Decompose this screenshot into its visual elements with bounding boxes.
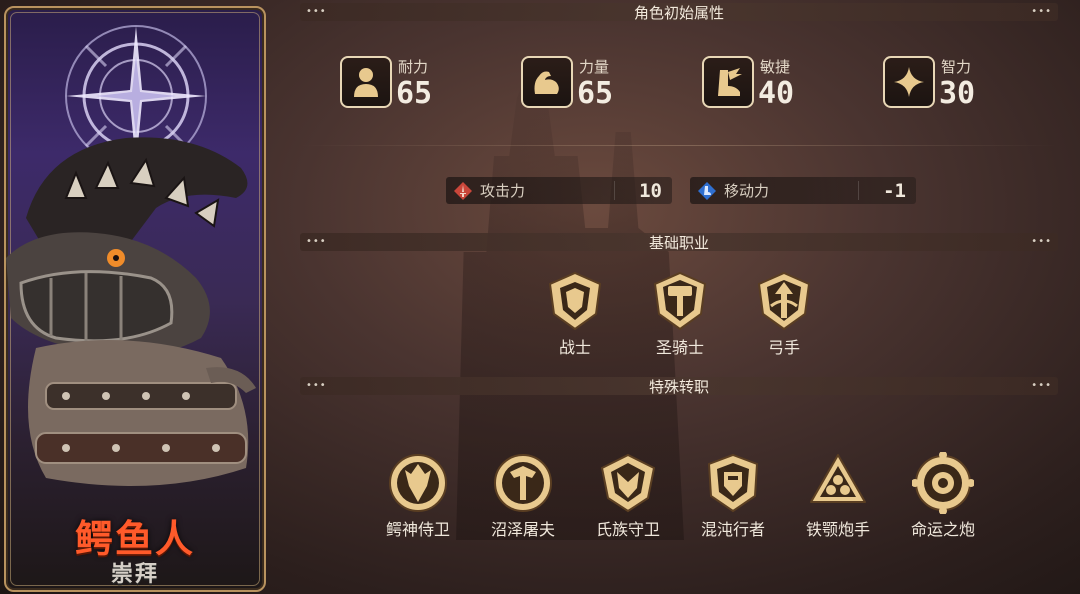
attribute-strength[interactable]: 力量 65 bbox=[521, 56, 661, 111]
clan-guard-crest-icon bbox=[600, 453, 656, 513]
croc-guard-crest-icon bbox=[389, 454, 447, 512]
section-title: 基础职业 bbox=[648, 233, 709, 252]
base-class-paladin[interactable]: 圣骑士 bbox=[640, 270, 720, 358]
attribute-value: 65 bbox=[396, 76, 433, 111]
stat-separator bbox=[858, 181, 859, 200]
crocodile-warrior-portrait bbox=[6, 137, 256, 486]
iron-jaw-crest-icon bbox=[810, 454, 866, 503]
section-title: 角色初始属性 bbox=[633, 3, 724, 22]
stat-separator bbox=[614, 181, 615, 200]
dots-right-icon: ••• bbox=[1031, 236, 1052, 247]
special-class-chaos-walker[interactable]: 混沌行者 bbox=[693, 452, 773, 540]
special-class-fate-cannon[interactable]: 命运之炮 bbox=[903, 452, 983, 540]
dots-right-icon: ••• bbox=[1031, 6, 1052, 17]
stat-label: 攻击力 bbox=[480, 182, 526, 200]
special-class-swamp-butcher[interactable]: 沼泽屠夫 bbox=[483, 452, 563, 540]
class-label: 混沌行者 bbox=[700, 520, 765, 539]
special-class-croc-guard[interactable]: 鳄神侍卫 bbox=[378, 452, 458, 540]
base-class-warrior[interactable]: 战士 bbox=[535, 270, 615, 358]
dots-left-icon: ••• bbox=[306, 6, 327, 17]
class-label: 鳄神侍卫 bbox=[385, 520, 450, 539]
attribute-stamina[interactable]: 耐力 65 bbox=[340, 56, 480, 111]
class-label: 弓手 bbox=[767, 338, 800, 357]
attribute-value: 40 bbox=[758, 76, 795, 111]
sword-badge-icon bbox=[454, 181, 472, 200]
dots-right-icon: ••• bbox=[1031, 380, 1052, 391]
special-class-clan-guard[interactable]: 氏族守卫 bbox=[588, 452, 668, 540]
swamp-butcher-crest-icon bbox=[494, 454, 552, 512]
dots-left-icon: ••• bbox=[306, 380, 327, 391]
divider bbox=[300, 145, 1058, 146]
attribute-label: 力量 bbox=[579, 58, 610, 76]
section-header-attributes: ••• 角色初始属性 ••• bbox=[300, 3, 1058, 22]
character-card[interactable]: 鳄鱼人 崇拜 bbox=[4, 6, 266, 592]
dots-left-icon: ••• bbox=[306, 236, 327, 247]
class-label: 命运之炮 bbox=[910, 520, 975, 539]
arrow-crest-icon bbox=[757, 271, 811, 331]
stat-movement[interactable]: 移动力 -1 bbox=[690, 177, 916, 204]
attribute-label: 智力 bbox=[941, 58, 972, 76]
character-name: 鳄鱼人 bbox=[74, 517, 195, 561]
section-header-base-class: ••• 基础职业 ••• bbox=[300, 233, 1058, 252]
stat-value: 10 bbox=[639, 179, 662, 202]
fate-cannon-crest-icon bbox=[912, 452, 974, 514]
stat-value: -1 bbox=[883, 179, 906, 202]
attribute-label: 耐力 bbox=[398, 58, 429, 76]
attribute-intelligence[interactable]: 智力 30 bbox=[883, 56, 1023, 111]
attribute-agility[interactable]: 敏捷 40 bbox=[702, 56, 842, 111]
special-class-iron-jaw[interactable]: 铁颚炮手 bbox=[798, 452, 878, 540]
boot-badge-icon bbox=[698, 181, 716, 200]
section-header-special-class: ••• 特殊转职 ••• bbox=[300, 377, 1058, 396]
stat-attack[interactable]: 攻击力 10 bbox=[446, 177, 672, 204]
hammer-crest-icon bbox=[653, 271, 707, 331]
character-subtitle: 崇拜 bbox=[110, 562, 159, 587]
winged-boot-icon bbox=[702, 56, 754, 108]
arm-muscle-icon bbox=[521, 56, 573, 108]
sparkle-icon bbox=[883, 56, 935, 108]
class-label: 圣骑士 bbox=[655, 338, 704, 357]
section-title: 特殊转职 bbox=[648, 377, 709, 396]
person-icon bbox=[340, 56, 392, 108]
class-label: 氏族守卫 bbox=[595, 520, 660, 539]
base-class-archer[interactable]: 弓手 bbox=[744, 270, 824, 358]
stat-label: 移动力 bbox=[724, 182, 770, 200]
class-label: 铁颚炮手 bbox=[805, 520, 870, 539]
chaos-walker-crest-icon bbox=[707, 453, 759, 513]
class-label: 沼泽屠夫 bbox=[490, 520, 555, 539]
attribute-label: 敏捷 bbox=[760, 58, 791, 76]
attribute-value: 65 bbox=[577, 76, 614, 111]
shield-crest-icon bbox=[548, 271, 602, 331]
class-label: 战士 bbox=[558, 338, 591, 357]
attribute-value: 30 bbox=[939, 76, 976, 111]
